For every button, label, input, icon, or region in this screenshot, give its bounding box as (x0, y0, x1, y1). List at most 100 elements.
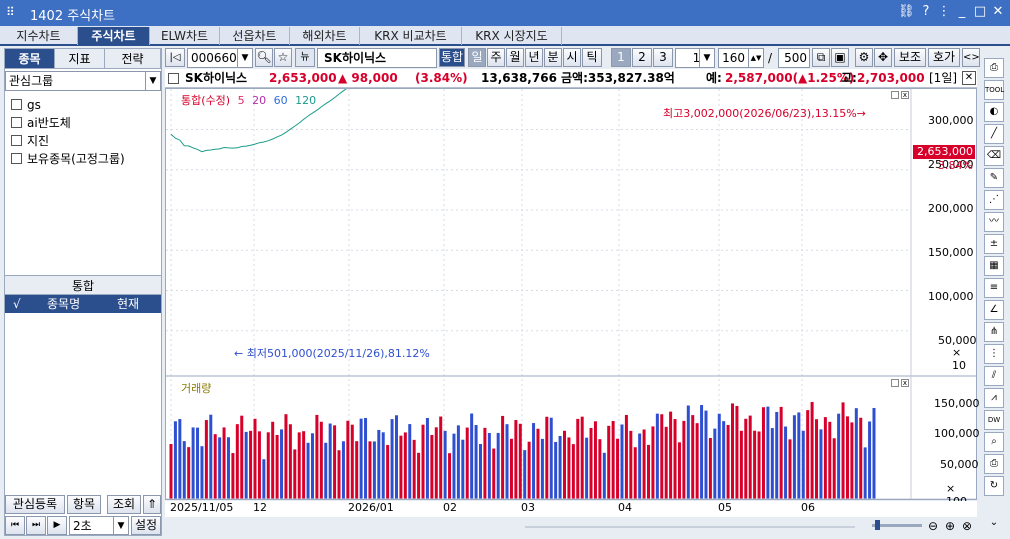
legend-combined[interactable]: 통합(수정) (181, 94, 230, 107)
trend-icon[interactable]: ⋰ (984, 190, 1004, 210)
checkbox[interactable] (11, 153, 22, 164)
group-item-gs[interactable]: gs (11, 97, 41, 113)
prev-icon[interactable]: ⏭ (26, 516, 46, 535)
eraser-icon[interactable]: ⌫ (984, 146, 1004, 166)
close-icon[interactable]: ✕ (962, 71, 976, 85)
fan-icon[interactable]: ⋔ (984, 322, 1004, 342)
level-icon[interactable]: ± (984, 234, 1004, 254)
checkbox[interactable] (168, 73, 179, 84)
period-minute[interactable]: 분 (544, 48, 562, 67)
stock-name[interactable]: SK하이닉스 (317, 48, 437, 68)
legend-ma60[interactable]: 60 (274, 94, 288, 107)
period-hour[interactable]: 시 (563, 48, 581, 67)
tab-index-chart[interactable]: 지수차트 (0, 27, 78, 45)
tool-icon[interactable]: TOOL (984, 80, 1004, 100)
group-select[interactable]: 관심그룹 ▼ (5, 71, 161, 91)
star-icon[interactable]: ☆ (274, 48, 292, 67)
quote-button[interactable]: 호가 (928, 48, 960, 67)
layout-2[interactable]: 2 (632, 48, 652, 67)
angle-icon[interactable]: ∠ (984, 300, 1004, 320)
minimize-icon[interactable]: _ (954, 4, 970, 20)
tab-stocks[interactable]: 종목 (5, 49, 55, 69)
cursor-icon[interactable]: ◐ (984, 102, 1004, 122)
new-window-icon[interactable]: ⧉ (812, 48, 830, 67)
chart-svg[interactable] (166, 89, 976, 499)
unit-select[interactable]: 1 ▼ (675, 48, 715, 68)
register-button[interactable]: 관심등록 (5, 495, 65, 514)
print-icon[interactable]: ⎙ (984, 454, 1004, 474)
tab-strategy[interactable]: 전략 (105, 49, 161, 69)
refresh-icon[interactable]: ↻ (984, 476, 1004, 496)
layout-3[interactable]: 3 (653, 48, 673, 67)
items-button[interactable]: 항목 (67, 495, 101, 514)
spinner-icon[interactable]: ▲▼ (748, 49, 763, 67)
zoom-out-icon[interactable]: ⊖ (928, 519, 938, 533)
close-panel-icon[interactable]: x (901, 91, 909, 99)
settings-icon[interactable]: ⋮ (936, 4, 952, 20)
chart-area[interactable]: 통합(수정) 5 20 60 120 거래량 최고3,002,000(2026/… (165, 88, 980, 508)
expand-icon[interactable]: <> (962, 48, 980, 67)
play-icon[interactable]: ▶ (47, 516, 67, 535)
maximize-icon[interactable]: □ (972, 4, 988, 20)
line-icon[interactable]: ╱ (984, 124, 1004, 144)
chevron-down-icon[interactable]: ⌄ (984, 514, 1004, 534)
checkbox[interactable] (11, 117, 22, 128)
group-item-ai[interactable]: ai반도체 (11, 115, 71, 131)
group-item-holdings[interactable]: 보유종목(고정그룹) (11, 151, 125, 167)
gear-icon[interactable]: ⚙ (855, 48, 873, 67)
tab-overseas-chart[interactable]: 해외차트 (290, 27, 360, 45)
legend-ma5[interactable]: 5 (238, 94, 245, 107)
search-icon[interactable]: ⌕ (984, 432, 1004, 452)
news-badge[interactable]: 뉴 (295, 48, 315, 67)
grid-icon[interactable]: ⋮ (984, 344, 1004, 364)
total-input[interactable]: 500 (778, 48, 810, 68)
tab-elw-chart[interactable]: ELW차트 (150, 27, 220, 45)
zoom-reset-icon[interactable]: ⊗ (962, 519, 972, 533)
period-day[interactable]: 일 (468, 48, 486, 67)
help-icon[interactable]: ? (918, 4, 934, 20)
period-tick[interactable]: 틱 (582, 48, 602, 67)
link-icon[interactable]: ⛓ (898, 4, 915, 20)
save-icon[interactable]: ▣ (831, 48, 849, 67)
stock-code-input[interactable]: 000660 ▼ (187, 48, 253, 68)
pattern-icon[interactable]: ▦ (984, 256, 1004, 276)
combined-button[interactable]: 통합 (439, 48, 465, 67)
elliot-icon[interactable]: ⩘ (984, 388, 1004, 408)
zoom-in-icon[interactable]: ⊕ (945, 519, 955, 533)
zoom-handle[interactable] (875, 520, 880, 530)
settings-button[interactable]: 설정 (131, 516, 161, 535)
tab-krx-map[interactable]: KRX 시장지도 (462, 27, 562, 45)
first-icon[interactable]: ⏮ (5, 516, 25, 535)
channel-icon[interactable]: ⫽ (984, 366, 1004, 386)
maximize-panel-icon[interactable] (891, 91, 899, 99)
pen-icon[interactable]: ✎ (984, 168, 1004, 188)
checkbox[interactable] (11, 135, 22, 146)
volume-legend[interactable]: 거래량 (181, 380, 211, 396)
tab-indicators[interactable]: 지표 (55, 49, 105, 69)
close-icon[interactable]: ✕ (990, 4, 1006, 20)
tab-futures-chart[interactable]: 선옵차트 (220, 27, 290, 45)
period-week[interactable]: 주 (487, 48, 505, 67)
print-icon[interactable]: ⎙ (984, 58, 1004, 78)
menu-icon[interactable]: ⠿ (6, 5, 15, 19)
period-month[interactable]: 월 (506, 48, 524, 67)
view-button[interactable]: 보조 (894, 48, 926, 67)
wave-icon[interactable]: 〰 (984, 212, 1004, 232)
search-icon[interactable]: 🔍︎ (255, 48, 273, 67)
count-input[interactable]: 160 ▲▼ (718, 48, 764, 68)
scrollbar[interactable] (525, 526, 855, 528)
tab-stock-chart[interactable]: 주식차트 (78, 27, 150, 45)
move-icon[interactable]: ✥ (874, 48, 892, 67)
toggle-panel-icon[interactable]: |◁ (165, 48, 185, 67)
layout-1[interactable]: 1 (611, 48, 631, 67)
dm-icon[interactable]: DW (984, 410, 1004, 430)
lookup-button[interactable]: 조회 (107, 495, 141, 514)
period-year[interactable]: 년 (525, 48, 543, 67)
legend-ma20[interactable]: 20 (252, 94, 266, 107)
group-item-quake[interactable]: 지진 (11, 133, 49, 149)
checkbox[interactable] (11, 99, 22, 110)
tab-krx-compare[interactable]: KRX 비교차트 (360, 27, 462, 45)
fibonacci-icon[interactable]: ≡ (984, 278, 1004, 298)
close-panel-icon[interactable]: x (901, 379, 909, 387)
interval-select[interactable]: 2초 ▼ (69, 516, 129, 535)
